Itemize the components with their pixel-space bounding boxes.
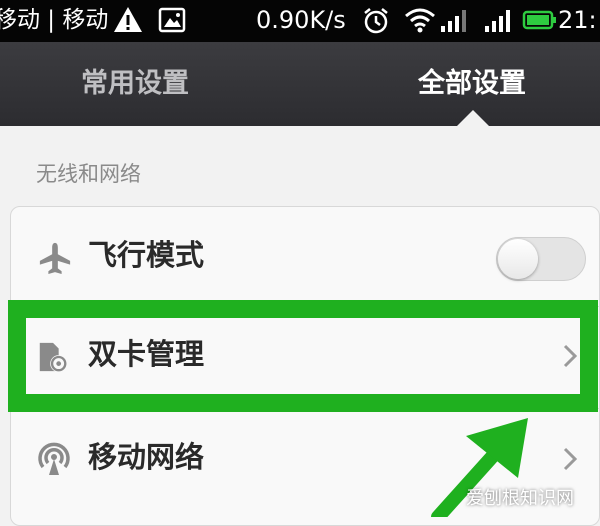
toggle-knob: [498, 239, 538, 279]
settings-tab-bar: 常用设置 全部设置: [0, 42, 600, 126]
status-bar: 移动 | 移动 0.90K/s 21:: [0, 0, 600, 42]
battery-icon: [522, 10, 556, 30]
signal-icon: [441, 10, 466, 32]
image-notification-icon: [158, 7, 186, 33]
airplane-mode-label: 飞行模式: [88, 238, 205, 272]
warning-icon: [114, 7, 142, 32]
tab-common-settings[interactable]: 常用设置: [40, 42, 230, 126]
airplane-mode-toggle[interactable]: [496, 237, 586, 281]
watermark: 爱刨根知识网: [466, 488, 574, 509]
carrier-text: 移动 | 移动: [0, 7, 109, 33]
wifi-icon: [405, 8, 435, 33]
selected-tab-indicator: [457, 110, 489, 126]
network-speed: 0.90K/s: [256, 6, 346, 34]
settings-item-airplane-mode[interactable]: 飞行模式: [10, 207, 600, 307]
airplane-icon: [39, 242, 71, 275]
chevron-right-icon: [563, 447, 577, 471]
section-header-wireless: 无线和网络: [36, 162, 141, 186]
signal-icon: [485, 10, 510, 32]
alarm-icon: [364, 8, 388, 34]
highlight-box: [8, 300, 598, 412]
clock: 21:: [558, 6, 597, 34]
antenna-icon: [38, 442, 70, 475]
mobile-network-label: 移动网络: [88, 440, 205, 474]
